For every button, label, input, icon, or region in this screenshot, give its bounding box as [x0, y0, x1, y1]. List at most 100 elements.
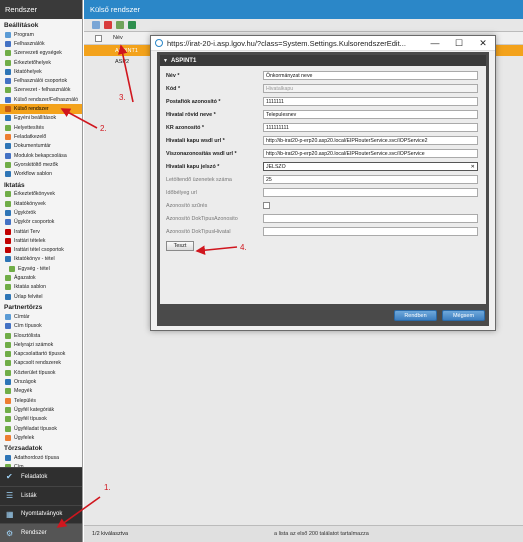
- form-row: Azonosító DokTipusHivatal: [166, 225, 478, 238]
- nav-listak[interactable]: ☰ Listák: [0, 485, 82, 505]
- sidebar-item-label: Egység - tétel: [18, 265, 50, 272]
- form-panel-title[interactable]: ▼ ASPINT1: [160, 55, 486, 66]
- field-input-azonosito-doktipusazonosito[interactable]: [263, 214, 478, 223]
- sidebar-item-egyeni-beallitasok[interactable]: Egyéni beállítások: [0, 114, 82, 123]
- nav-rendszer[interactable]: ⚙ Rendszer: [0, 523, 82, 542]
- field-input-kr-azonosito[interactable]: 111111111: [263, 123, 478, 132]
- field-input-idobelyeg-url[interactable]: [263, 188, 478, 197]
- sidebar-item-kulso-rendszer-felhasznalo[interactable]: Külső rendszer/Felhasználó: [0, 95, 82, 104]
- close-button[interactable]: ✕: [471, 38, 495, 49]
- menu-item-icon: [5, 152, 11, 159]
- dialog-titlebar[interactable]: https://irat-20-i.asp.lgov.hu/?class=Sys…: [151, 36, 495, 51]
- sidebar-item-modulok-bekapcsolasa[interactable]: Modulok bekapcsolása: [0, 151, 82, 160]
- menu-item-icon: [5, 388, 11, 395]
- sidebar-item-label: Irattári tétel csoportok: [14, 247, 64, 254]
- minimize-button[interactable]: —: [423, 38, 447, 48]
- sidebar-item-erkeztetohelyek[interactable]: Érkeztetőhelyek: [0, 58, 82, 67]
- export-icon[interactable]: [128, 21, 136, 29]
- collapse-arrow-icon[interactable]: ▼: [163, 58, 168, 64]
- sidebar-item-erkeztetokonyvek[interactable]: Érkeztetőkönyvek: [0, 190, 82, 199]
- sidebar-item-szervezet-felhasznalok[interactable]: Szervezet - felhasználók: [0, 86, 82, 95]
- field-input-nev[interactable]: Önkormányzat neve: [263, 71, 478, 80]
- nav-nyomtatvanyok[interactable]: ▦ Nyomtatványok: [0, 504, 82, 524]
- save-button[interactable]: Rendben: [394, 310, 437, 321]
- sidebar-item-ugyfelek[interactable]: Ügyfelek: [0, 433, 82, 442]
- sidebar-item-label: Egyéni beállítások: [14, 115, 57, 122]
- sidebar-item-feladatkezelo[interactable]: Feladatkezelő: [0, 132, 82, 141]
- sidebar-item-cimtar[interactable]: Címtár: [0, 312, 82, 321]
- sidebar-item-telepules[interactable]: Település: [0, 396, 82, 405]
- sidebar-item-felhasznaloi-csoportok[interactable]: Felhasználói csoportok: [0, 76, 82, 85]
- form-row: Hivatali kapu jelszó * JELSZO ✕: [166, 160, 478, 173]
- form-panel: ▼ ASPINT1 Név * Önkormányzat neve Kód * Hiv…: [160, 55, 486, 304]
- sidebar-item-dokumentumtar[interactable]: Dokumentumtár: [0, 142, 82, 151]
- sidebar-item-ugykor-csoportok[interactable]: Ügykör csoportok: [0, 218, 82, 227]
- test-button[interactable]: Teszt: [166, 241, 194, 251]
- sidebar-item-iktatas-sablon[interactable]: Iktatás sablon: [0, 283, 82, 292]
- field-checkbox-azonosito-szures[interactable]: [263, 202, 270, 209]
- form-row: Viszonazonosítás wsdl url * http://ib-ira…: [166, 147, 478, 160]
- field-input-hivatali-kapu-wsdl-url[interactable]: http://ib-irat20-p-erp20.asp20.local/EIP…: [263, 136, 478, 145]
- form-row: Kód * Hivatalkapu: [166, 82, 478, 95]
- sidebar-item-felhasznalok[interactable]: Felhasználók: [0, 39, 82, 48]
- nav-feladatok[interactable]: ✔ Feladatok: [0, 467, 82, 486]
- sidebar-item-iktatokonyv-tetel[interactable]: Iktatókönyv - tétel: [0, 255, 82, 264]
- clear-input-icon[interactable]: ✕: [471, 164, 475, 170]
- sidebar-item-irattari-terv[interactable]: Irattári Terv: [0, 227, 82, 236]
- sidebar-item-kulso-rendszer[interactable]: Külső rendszer: [0, 104, 82, 114]
- annotation-label-1: 1.: [104, 483, 111, 492]
- sidebar-item-irattari-tetel-csoportok[interactable]: Irattári tétel csoportok: [0, 246, 82, 255]
- sidebar-item-ugyfel-tipusok[interactable]: Ügyfél típusok: [0, 415, 82, 424]
- sidebar-item-egyseg-tetel[interactable]: Egység - tétel: [0, 264, 82, 273]
- new-icon[interactable]: [116, 21, 124, 29]
- field-label-nev: Név *: [166, 72, 180, 79]
- refresh-icon[interactable]: [92, 21, 100, 29]
- sidebar-item-iktatohelyek[interactable]: Iktatóhelyek: [0, 67, 82, 76]
- sidebar-item-urlap-felvitel[interactable]: Űrlap felvitel: [0, 292, 82, 301]
- sidebar-item-irattari-tetelek[interactable]: Irattári tételek: [0, 236, 82, 245]
- sidebar-section-title[interactable]: Törzsadatok: [0, 442, 82, 453]
- sidebar-item-kozterulet-tipusok[interactable]: Közterület típusok: [0, 368, 82, 377]
- sidebar-section-title[interactable]: Beállítások: [0, 19, 82, 30]
- sidebar-item-kapcsolt-rendszerek[interactable]: Kapcsolt rendszerek: [0, 359, 82, 368]
- sidebar-item-ugyfel-kategoriak[interactable]: Ügyfél kategóriák: [0, 405, 82, 414]
- field-label-hivatali-kapu-jelszo: Hivatali kapu jelszó *: [166, 163, 220, 170]
- field-input-letoltendo-uzenetek-szama[interactable]: 25: [263, 175, 478, 184]
- nav-icon: ☰: [6, 491, 14, 501]
- sidebar-item-ugykorok[interactable]: Ügykörök: [0, 208, 82, 217]
- sidebar-item-kapcsolattarto-tipusok[interactable]: Kapcsolattartó típusok: [0, 350, 82, 359]
- field-input-azonosito-doktipushivatal[interactable]: [263, 227, 478, 236]
- sidebar-item-label: Ügykörök: [14, 209, 36, 216]
- field-input-postafiok-azonosito[interactable]: 1111111: [263, 97, 478, 106]
- cancel-button[interactable]: Mégsem: [442, 310, 485, 321]
- menu-item-icon: [5, 284, 11, 291]
- sidebar-item-elosztolista[interactable]: Elosztólista: [0, 331, 82, 340]
- menu-item-icon: [5, 124, 11, 131]
- field-input-viszonazonositas-wsdl-url[interactable]: http://ib-irat20-p-erp20.asp20.local/EIP…: [263, 149, 478, 158]
- sidebar-item-helyettesites[interactable]: Helyettesítés: [0, 123, 82, 132]
- sidebar-item-helyrajzi-szamok[interactable]: Helyrajzi számok: [0, 340, 82, 349]
- field-label-idobelyeg-url: Időbélyeg url: [166, 189, 197, 196]
- field-input-hivatali-kapu-jelszo[interactable]: JELSZO ✕: [263, 162, 478, 171]
- sidebar-item-megyek[interactable]: Megyék: [0, 387, 82, 396]
- sidebar-item-cim-tipusok[interactable]: Cím típusok: [0, 322, 82, 331]
- column-header-name[interactable]: Név: [113, 35, 123, 41]
- sidebar-item-workflow-sablon[interactable]: Workflow sablon: [0, 169, 82, 178]
- sidebar-item-gyorskitolto-mezok[interactable]: Gyorskitöltő mezők: [0, 160, 82, 169]
- sidebar-item-ugyfeladat-tipusok[interactable]: Ügyféladat típusok: [0, 424, 82, 433]
- form-row: Időbélyeg url: [166, 186, 478, 199]
- sidebar-section-title[interactable]: Partnertörzs: [0, 301, 82, 312]
- sidebar-item-program[interactable]: Program: [0, 30, 82, 39]
- menu-item-icon: [5, 219, 11, 226]
- maximize-button[interactable]: ☐: [447, 38, 471, 49]
- select-all-checkbox[interactable]: [95, 34, 102, 42]
- field-input-hivatal-rovid-neve[interactable]: Telepulesnev: [263, 110, 478, 119]
- sidebar-item-szervezeti-egysegek[interactable]: Szervezeti egységek: [0, 49, 82, 58]
- sidebar-item-adathordozo-tipusa[interactable]: Adathordozó típusa: [0, 453, 82, 462]
- sidebar-item-agazatok[interactable]: Ágazatok: [0, 273, 82, 282]
- sidebar-item-orszagok[interactable]: Országok: [0, 377, 82, 386]
- sidebar-section-title[interactable]: Iktatás: [0, 179, 82, 190]
- field-input-kod[interactable]: Hivatalkapu: [263, 84, 478, 93]
- delete-icon[interactable]: [104, 21, 112, 29]
- sidebar-item-iktatokonyvek[interactable]: Iktatókönyvek: [0, 199, 82, 208]
